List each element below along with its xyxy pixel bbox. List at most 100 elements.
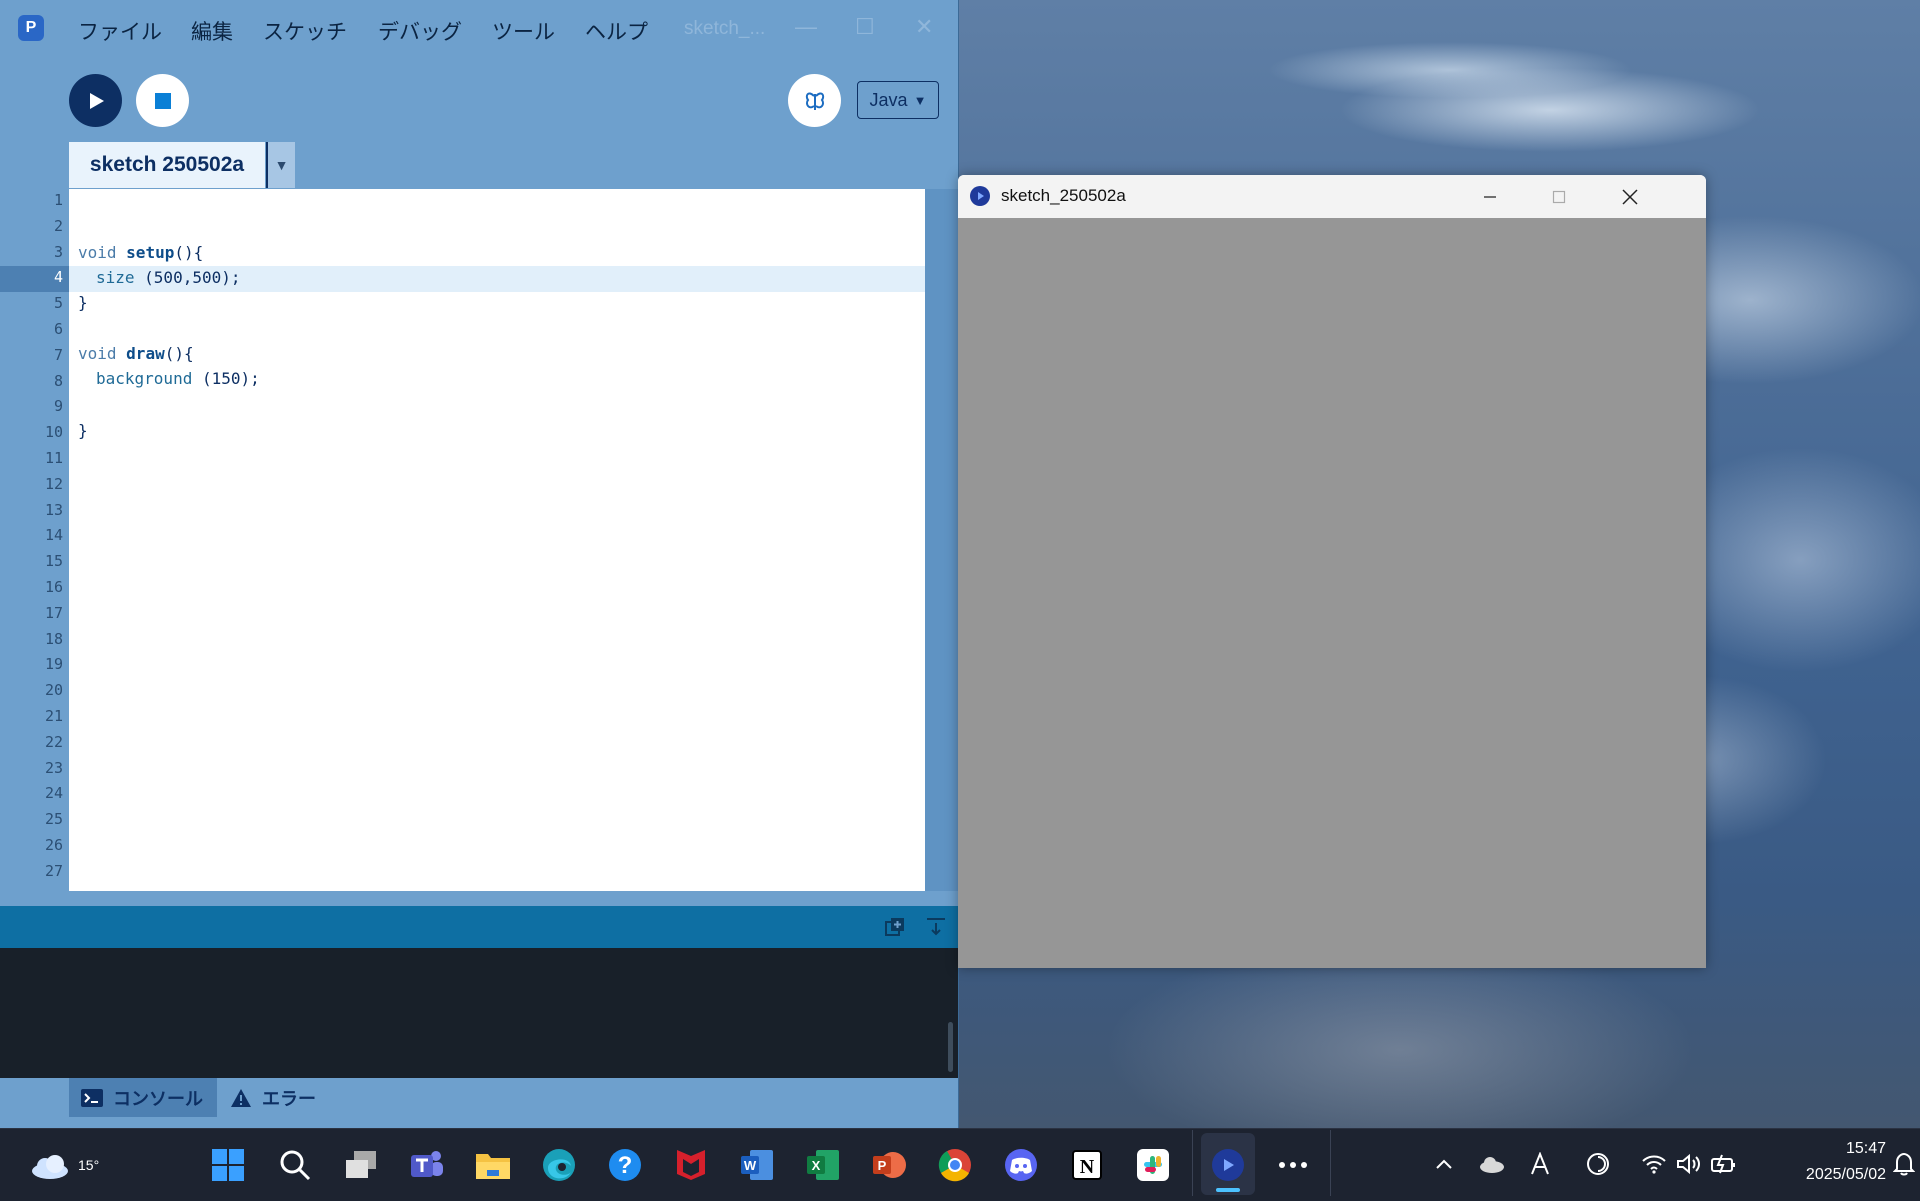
word-icon[interactable]: W bbox=[738, 1146, 776, 1184]
butterfly-icon bbox=[805, 92, 824, 110]
mode-label: Java bbox=[869, 89, 908, 110]
notion-icon[interactable]: N bbox=[1068, 1146, 1106, 1184]
sketch-canvas[interactable] bbox=[958, 218, 1706, 968]
notification-bell-icon[interactable] bbox=[1888, 1148, 1920, 1180]
line-number: 23 bbox=[44, 758, 63, 777]
edge-icon[interactable] bbox=[540, 1146, 578, 1184]
code-line-3: void setup(){ bbox=[78, 243, 204, 262]
sketch-output-window: sketch_250502a bbox=[958, 175, 1706, 968]
console-scrollbar[interactable] bbox=[948, 1022, 953, 1072]
line-number: 20 bbox=[44, 681, 63, 700]
close-icon[interactable]: ✕ bbox=[915, 14, 933, 40]
run-button[interactable] bbox=[69, 74, 122, 127]
line-number: 5 bbox=[53, 294, 63, 313]
line-number: 15 bbox=[44, 552, 63, 571]
menu-edit[interactable]: 編集 bbox=[191, 16, 233, 46]
task-view-icon[interactable] bbox=[342, 1146, 380, 1184]
sketch-maximize-icon[interactable] bbox=[1529, 181, 1589, 213]
clear-console-icon[interactable] bbox=[925, 916, 947, 938]
onedrive-icon[interactable] bbox=[1476, 1148, 1508, 1180]
tab-menu-chevron-icon[interactable]: ▼ bbox=[266, 142, 295, 188]
processing-icon[interactable] bbox=[1209, 1146, 1247, 1184]
maximize-icon[interactable]: ☐ bbox=[855, 14, 875, 40]
powerpoint-icon[interactable]: P bbox=[870, 1146, 908, 1184]
window-title: sketch_... bbox=[684, 18, 766, 39]
stop-icon bbox=[154, 92, 171, 109]
chrome-icon[interactable] bbox=[936, 1146, 974, 1184]
editor-scrollbar[interactable] bbox=[925, 189, 958, 891]
weather-temperature: 15° bbox=[78, 1157, 100, 1173]
debugger-button[interactable] bbox=[788, 74, 841, 127]
sketch-close-icon[interactable] bbox=[1600, 181, 1660, 213]
focus-timer-icon[interactable] bbox=[1582, 1148, 1614, 1180]
minimize-icon[interactable]: — bbox=[795, 14, 817, 40]
line-number: 17 bbox=[44, 603, 63, 622]
line-number: 21 bbox=[44, 707, 63, 725]
discord-icon[interactable] bbox=[1002, 1146, 1040, 1184]
console-output[interactable] bbox=[0, 948, 958, 1078]
line-number: 4 bbox=[53, 268, 63, 287]
sketch-window-titlebar[interactable]: sketch_250502a bbox=[958, 175, 1706, 218]
wifi-icon[interactable] bbox=[1638, 1148, 1670, 1180]
svg-text:X: X bbox=[812, 1158, 821, 1173]
code-editor[interactable]: void setup(){ size (500,500); } void dra… bbox=[69, 189, 925, 891]
line-number: 13 bbox=[44, 500, 63, 519]
taskbar-divider bbox=[1192, 1130, 1193, 1196]
svg-text:?: ? bbox=[618, 1152, 633, 1179]
clock-date[interactable]: 2025/05/02 bbox=[1760, 1166, 1886, 1184]
line-number: 12 bbox=[44, 474, 63, 493]
line-number: 7 bbox=[53, 345, 63, 364]
volume-icon[interactable] bbox=[1673, 1148, 1705, 1180]
line-number: 3 bbox=[53, 242, 63, 261]
code-line-4: size (500,500); bbox=[96, 268, 241, 287]
battery-icon[interactable] bbox=[1708, 1148, 1740, 1180]
more-icon[interactable] bbox=[1274, 1146, 1312, 1184]
copy-console-icon[interactable] bbox=[884, 916, 906, 938]
excel-icon[interactable]: X bbox=[804, 1146, 842, 1184]
svg-text:P: P bbox=[878, 1158, 887, 1173]
ime-indicator-icon[interactable] bbox=[1524, 1148, 1556, 1180]
slack-icon[interactable] bbox=[1134, 1146, 1172, 1184]
line-number: 24 bbox=[44, 784, 63, 803]
menu-help[interactable]: ヘルプ bbox=[585, 16, 648, 46]
line-number: 14 bbox=[44, 526, 63, 545]
code-line-10: } bbox=[78, 421, 88, 440]
line-number: 8 bbox=[53, 371, 63, 390]
mcafee-icon[interactable] bbox=[672, 1146, 710, 1184]
line-number: 25 bbox=[44, 810, 63, 829]
line-number: 18 bbox=[44, 629, 63, 648]
line-number: 1 bbox=[53, 191, 63, 209]
tab-errors-label: エラー bbox=[262, 1088, 316, 1109]
help-icon[interactable]: ? bbox=[606, 1146, 644, 1184]
console-header-bar bbox=[0, 906, 958, 948]
teams-icon[interactable] bbox=[408, 1146, 446, 1184]
taskbar-divider bbox=[1330, 1130, 1331, 1196]
clock-time[interactable]: 15:47 bbox=[1800, 1140, 1886, 1158]
tab-console[interactable]: コンソール bbox=[69, 1078, 217, 1117]
line-number-gutter: 1 2 3 4 5 6 7 8 9 10 11 12 13 14 15 16 17 18 19 20 21 22 23 24 2… bbox=[0, 189, 69, 891]
tab-console-label: コンソール bbox=[113, 1088, 203, 1109]
menu-sketch[interactable]: スケッチ bbox=[263, 16, 347, 46]
tab-sketch[interactable]: sketch 250502a bbox=[69, 142, 265, 188]
terminal-icon bbox=[81, 1088, 103, 1107]
show-hidden-icons-chevron-icon[interactable] bbox=[1428, 1148, 1460, 1180]
file-explorer-icon[interactable] bbox=[474, 1146, 512, 1184]
menu-tools[interactable]: ツール bbox=[492, 16, 555, 46]
sketch-window-title: sketch_250502a bbox=[1001, 186, 1126, 205]
play-icon bbox=[89, 92, 104, 109]
stop-button[interactable] bbox=[136, 74, 189, 127]
line-number: 9 bbox=[53, 397, 63, 416]
mode-selector[interactable]: Java ▼ bbox=[857, 81, 939, 119]
line-number: 6 bbox=[53, 320, 63, 338]
weather-widget[interactable]: 15° bbox=[28, 1143, 99, 1187]
menu-file[interactable]: ファイル bbox=[78, 16, 162, 46]
line-number: 27 bbox=[44, 861, 63, 880]
sketch-minimize-icon[interactable] bbox=[1460, 181, 1520, 213]
processing-ide-window: P ファイル 編集 スケッチ デバッグ ツール ヘルプ sketch_... —… bbox=[0, 0, 959, 1128]
start-icon[interactable] bbox=[209, 1146, 247, 1184]
tab-errors[interactable]: エラー bbox=[230, 1078, 350, 1117]
search-icon[interactable] bbox=[276, 1146, 314, 1184]
menu-bar: P ファイル 編集 スケッチ デバッグ ツール ヘルプ sketch_... —… bbox=[0, 0, 958, 56]
menu-debug[interactable]: デバッグ bbox=[378, 16, 462, 46]
code-line-7: void draw(){ bbox=[78, 344, 194, 363]
